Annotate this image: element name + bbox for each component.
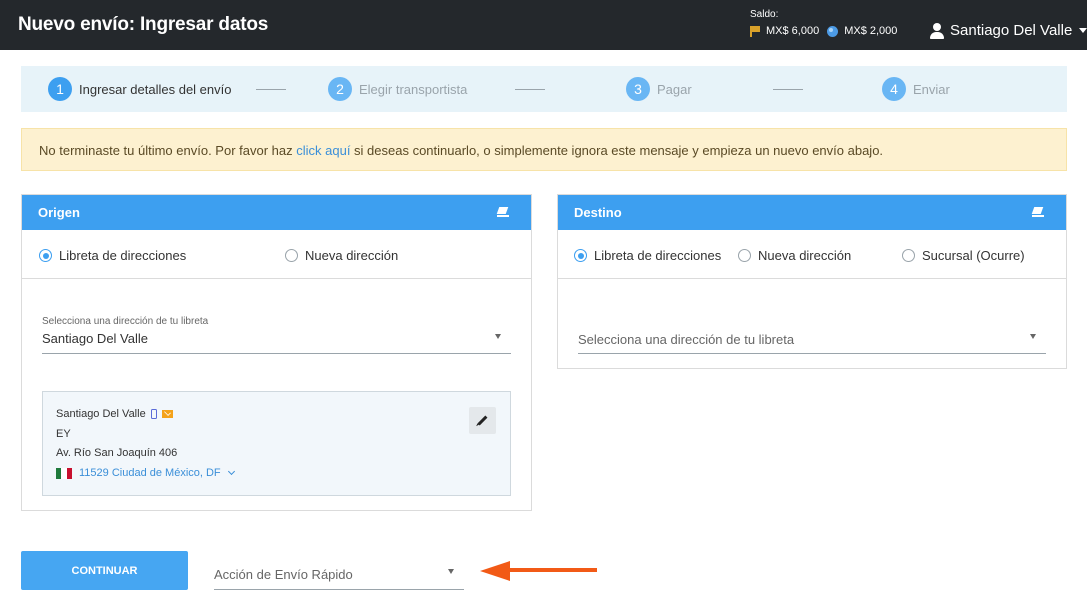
radio-label: Sucursal (Ocurre) — [922, 248, 1025, 263]
address-city: 11529 Ciudad de México, DF — [79, 467, 221, 479]
step-separator — [515, 89, 545, 90]
radio-label: Nueva dirección — [758, 248, 852, 263]
origin-address-mode: Libreta de direcciones Nueva dirección — [22, 230, 531, 279]
select-placeholder: Acción de Envío Rápido — [214, 567, 353, 582]
phone-icon — [150, 409, 157, 419]
origin-panel-header: Origen — [22, 195, 531, 230]
origin-address-card: Santiago Del Valle EY Av. Río San Joaquí… — [42, 391, 511, 496]
radio-dot — [39, 249, 52, 262]
continue-shipment-link[interactable]: click aquí — [296, 143, 350, 158]
address-street: Av. Río San Joaquín 406 — [56, 447, 178, 459]
progress-steps: 1 Ingresar detalles del envío 2 Elegir t… — [21, 66, 1067, 112]
radio-label: Libreta de direcciones — [59, 248, 187, 263]
step-2: 2 Elegir transportista — [328, 77, 467, 101]
edit-address-button[interactable] — [469, 407, 496, 434]
step-number: 2 — [328, 77, 352, 101]
origin-panel: Origen Libreta de direcciones Nueva dire… — [21, 194, 532, 511]
destination-radio-new-address[interactable]: Nueva dirección — [738, 248, 851, 263]
flag-icon — [750, 25, 760, 37]
balance-widget: Saldo: MX$ 6,000 MX$ 2,000 — [750, 9, 897, 37]
step-separator — [773, 89, 803, 90]
step-label: Pagar — [657, 81, 692, 97]
radio-dot — [285, 249, 298, 262]
user-icon — [930, 22, 944, 39]
user-menu[interactable]: Santiago Del Valle — [930, 22, 1087, 39]
destination-address-mode: Libreta de direcciones Nueva dirección S… — [558, 230, 1066, 279]
radio-dot — [574, 249, 587, 262]
arrow-left-icon — [480, 561, 597, 581]
balance-amount-local: MX$ 6,000 — [766, 25, 820, 37]
radio-label: Nueva dirección — [305, 248, 399, 263]
balance-label: Saldo: — [750, 9, 779, 20]
address-city-line[interactable]: 11529 Ciudad de México, DF — [56, 467, 235, 479]
radio-dot — [738, 249, 751, 262]
dropdown-caret-icon — [1030, 334, 1036, 339]
address-name-line: Santiago Del Valle — [56, 408, 173, 420]
pencil-icon — [477, 415, 488, 426]
destination-radio-branch[interactable]: Sucursal (Ocurre) — [902, 248, 1025, 263]
page-title: Nuevo envío: Ingresar datos — [18, 14, 269, 35]
step-separator — [256, 89, 286, 90]
step-3: 3 Pagar — [626, 77, 692, 101]
unfinished-shipment-alert: No terminaste tu último envío. Por favor… — [21, 128, 1067, 171]
dropdown-caret-icon — [495, 334, 501, 339]
balance-amount-global: MX$ 2,000 — [844, 25, 898, 37]
chevron-down-icon — [227, 467, 235, 476]
step-label: Elegir transportista — [359, 81, 468, 97]
step-label: Enviar — [913, 81, 950, 97]
caret-down-icon — [1079, 28, 1087, 33]
destination-title: Destino — [574, 205, 622, 220]
destination-panel: Destino Libreta de direcciones Nueva dir… — [557, 194, 1067, 369]
step-1: 1 Ingresar detalles del envío — [48, 77, 231, 101]
globe-icon — [827, 25, 839, 37]
alert-text-after: si deseas continuarlo, o simplemente ign… — [350, 143, 884, 158]
mexico-flag-icon — [56, 467, 72, 479]
address-name: Santiago Del Valle — [56, 408, 146, 420]
step-number: 1 — [48, 77, 72, 101]
quick-action-select[interactable]: Acción de Envío Rápido — [214, 560, 464, 590]
eraser-icon[interactable] — [1032, 207, 1044, 217]
dropdown-caret-icon — [448, 569, 454, 574]
step-number: 4 — [882, 77, 906, 101]
destination-address-select[interactable]: Selecciona una dirección de tu libreta — [578, 325, 1046, 354]
radio-label: Libreta de direcciones — [594, 248, 722, 263]
user-name: Santiago Del Valle — [950, 22, 1073, 39]
origin-radio-address-book[interactable]: Libreta de direcciones — [39, 248, 186, 263]
address-company: EY — [56, 428, 71, 440]
step-4: 4 Enviar — [882, 77, 950, 101]
step-number: 3 — [626, 77, 650, 101]
eraser-icon[interactable] — [497, 207, 509, 217]
destination-panel-header: Destino — [558, 195, 1066, 230]
select-label: Selecciona una dirección de tu libreta — [42, 316, 209, 327]
origin-radio-new-address[interactable]: Nueva dirección — [285, 248, 398, 263]
origin-address-select[interactable]: Selecciona una dirección de tu libreta S… — [42, 316, 511, 354]
destination-radio-address-book[interactable]: Libreta de direcciones — [574, 248, 721, 263]
continue-button[interactable]: CONTINUAR — [21, 551, 188, 590]
select-placeholder: Selecciona una dirección de tu libreta — [578, 332, 795, 347]
top-header: Nuevo envío: Ingresar datos Saldo: MX$ 6… — [0, 0, 1087, 50]
step-label: Ingresar detalles del envío — [79, 81, 232, 97]
alert-text-before: No terminaste tu último envío. Por favor… — [39, 143, 297, 158]
origin-title: Origen — [38, 205, 80, 220]
select-value: Santiago Del Valle — [42, 331, 148, 346]
mail-icon — [161, 410, 173, 418]
radio-dot — [902, 249, 915, 262]
